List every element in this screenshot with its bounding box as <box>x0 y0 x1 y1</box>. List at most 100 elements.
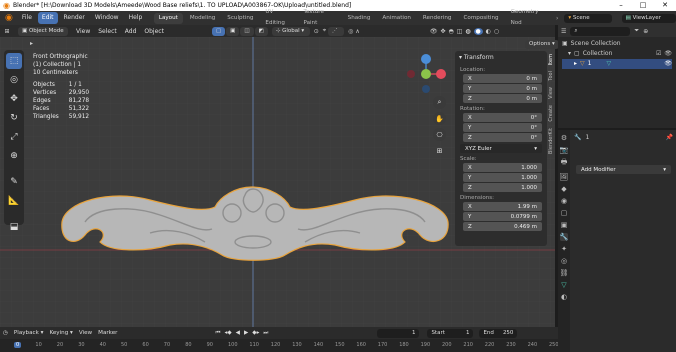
tool-settings-icon[interactable]: ▸ <box>30 40 40 48</box>
particles-properties-icon[interactable]: ✦ <box>561 245 567 253</box>
rotation-y-field[interactable]: Y 0° <box>463 123 542 132</box>
navigation-gizmo[interactable] <box>407 53 447 93</box>
tab-tool[interactable]: Tool <box>548 68 554 84</box>
tab-item[interactable]: Item <box>548 51 554 69</box>
move-tool-icon[interactable]: ✥ <box>6 91 22 107</box>
close-button[interactable]: ✕ <box>654 0 676 11</box>
rotate-tool-icon[interactable]: ↻ <box>6 110 22 126</box>
transform-tool-icon[interactable]: ⊕ <box>6 148 22 164</box>
workspace-tab-rendering[interactable]: Rendering <box>418 13 457 24</box>
add-cube-tool-icon[interactable]: ⬓ <box>6 219 22 235</box>
menu-edit[interactable]: Edit <box>37 12 58 24</box>
timeline-menu-playback[interactable]: Playback ▾ <box>14 330 44 336</box>
workspace-tab-sculpting[interactable]: Sculpting <box>222 13 258 24</box>
annotate-tool-icon[interactable]: ✎ <box>6 174 22 190</box>
blender-menu-icon[interactable]: ◉ <box>2 13 16 23</box>
scale-z-field[interactable]: Z 1.000 <box>463 183 542 192</box>
select-subtract-icon[interactable]: ◫ <box>240 26 254 36</box>
viewport-menu-select[interactable]: Select <box>98 28 117 35</box>
shading-solid-icon[interactable]: ● <box>473 27 483 35</box>
visibility-icon[interactable]: 👁 <box>430 28 438 35</box>
play-reverse-icon[interactable]: ◀ <box>236 330 240 337</box>
rotation-mode-dropdown[interactable]: XYZ Euler ▾ <box>460 144 542 153</box>
timeline-menu-keying[interactable]: Keying ▾ <box>49 330 72 336</box>
collection-properties-icon[interactable]: ▢ <box>561 209 568 217</box>
expand-chevron-icon[interactable]: ▸ <box>574 59 577 69</box>
view-layer-selector[interactable]: ▤ ViewLayer <box>621 13 676 23</box>
minimize-button[interactable]: – <box>610 0 632 11</box>
prev-keyframe-icon[interactable]: ◂◆ <box>225 330 232 337</box>
scale-tool-icon[interactable]: ⤢ <box>6 129 22 145</box>
jump-start-icon[interactable]: ⏮ <box>215 330 220 337</box>
world-properties-icon[interactable]: ◉ <box>561 197 567 205</box>
outliner-search-input[interactable]: ⌕ <box>570 26 631 36</box>
output-properties-icon[interactable]: 🖶 <box>561 158 568 169</box>
gizmo-z-icon[interactable] <box>421 54 431 64</box>
workspace-tab-modeling[interactable]: Modeling <box>185 13 220 24</box>
outliner-row-collection[interactable]: ▾ ▢ Collection ☑ 👁 <box>562 49 672 59</box>
select-extend-icon[interactable]: ▣ <box>226 26 240 36</box>
dimensions-y-field[interactable]: Y 0.0799 m <box>463 212 542 221</box>
select-tool-icon[interactable]: ⬚ <box>6 53 22 69</box>
options-dropdown[interactable]: Options ▾ <box>525 40 559 49</box>
location-z-field[interactable]: Z 0 m <box>463 94 542 103</box>
tab-view[interactable]: View <box>548 84 554 102</box>
eye-icon[interactable]: 👁 <box>664 59 672 69</box>
add-modifier-dropdown[interactable]: Add Modifier ▾ <box>576 165 671 174</box>
workspace-tab-shading[interactable]: Shading <box>343 13 376 24</box>
gizmo-x-icon[interactable] <box>436 69 446 79</box>
location-x-field[interactable]: X 0 m <box>463 74 542 83</box>
outliner-row-scene-collection[interactable]: ▣ Scene Collection <box>562 39 672 49</box>
render-properties-icon[interactable]: 📷 <box>560 146 569 154</box>
editor-type-icon[interactable]: ⊞ <box>0 28 14 35</box>
zoom-icon[interactable]: ⌕ <box>433 96 446 109</box>
timeline-menu-marker[interactable]: Marker <box>98 330 117 336</box>
object-properties-icon[interactable]: ▣ <box>561 221 568 229</box>
snap-icon[interactable]: ⌖ <box>323 27 326 35</box>
timeline-ruler[interactable]: 0 10 20 30 40 50 60 70 80 90 100 110 120 130 140 150 160… <box>0 339 558 352</box>
tab-blenderkit[interactable]: BlenderKit <box>548 125 554 157</box>
maximize-button[interactable]: □ <box>632 0 654 11</box>
gizmo-neg-x-icon[interactable] <box>407 70 415 78</box>
rotation-x-field[interactable]: X 0° <box>463 113 542 122</box>
pin-icon[interactable]: 📌 <box>666 134 673 141</box>
workspace-scroll-icon[interactable]: › <box>556 15 558 22</box>
select-box-icon[interactable]: ▢ <box>211 26 226 36</box>
start-frame-field[interactable]: Start 1 <box>427 328 474 338</box>
eye-icon[interactable]: 👁 <box>664 49 672 59</box>
scene-selector[interactable]: ▾ Scene <box>564 13 612 23</box>
menu-help[interactable]: Help <box>125 12 147 24</box>
overlay-icon[interactable]: ◓ <box>448 28 453 35</box>
gizmo-neg-z-icon[interactable] <box>422 85 430 93</box>
end-frame-field[interactable]: End 250 <box>479 328 518 338</box>
transform-orientation-dropdown[interactable]: ⊹ Global ▾ <box>271 26 310 36</box>
gizmo-y-icon[interactable] <box>421 69 431 79</box>
proportional-editing-icon[interactable]: ◎ <box>348 28 353 35</box>
pivot-icon[interactable]: ⊙ <box>314 28 319 35</box>
data-properties-icon[interactable]: ▽ <box>561 281 566 289</box>
timeline-editor-icon[interactable]: ◷ <box>3 330 8 336</box>
shading-rendered-icon[interactable]: ○ <box>494 28 499 35</box>
scale-y-field[interactable]: Y 1.000 <box>463 173 542 182</box>
current-frame-field[interactable]: 1 <box>377 328 420 338</box>
workspace-tab-compositing[interactable]: Compositing <box>459 13 504 24</box>
outliner-editor-icon[interactable]: ☰ <box>561 28 566 35</box>
constraints-properties-icon[interactable]: ⛓ <box>560 269 569 277</box>
snap-target-dropdown[interactable]: ⋰ <box>328 26 345 36</box>
dimensions-x-field[interactable]: X 1.99 m <box>463 202 542 211</box>
filter-icon[interactable]: ⏷ <box>634 27 639 35</box>
workspace-tab-layout[interactable]: Layout <box>153 12 183 24</box>
viewport-menu-object[interactable]: Object <box>144 28 164 35</box>
transform-panel-header[interactable]: ▾ Transform <box>455 51 547 64</box>
jump-end-icon[interactable]: ⏭ <box>263 330 268 337</box>
modifier-properties-icon[interactable]: 🔧 <box>559 233 569 241</box>
cursor-tool-icon[interactable]: ◎ <box>6 72 22 88</box>
shading-wireframe-icon[interactable]: ◍ <box>465 28 470 35</box>
workspace-tab-animation[interactable]: Animation <box>377 13 416 24</box>
menu-render[interactable]: Render <box>60 12 89 24</box>
measure-tool-icon[interactable]: 📐 <box>6 193 22 209</box>
gizmo-icon[interactable]: ✥ <box>440 28 445 35</box>
timeline-menu-view[interactable]: View <box>79 330 92 336</box>
select-invert-icon[interactable]: ◩ <box>254 26 268 36</box>
scale-x-field[interactable]: X 1.000 <box>463 163 542 172</box>
